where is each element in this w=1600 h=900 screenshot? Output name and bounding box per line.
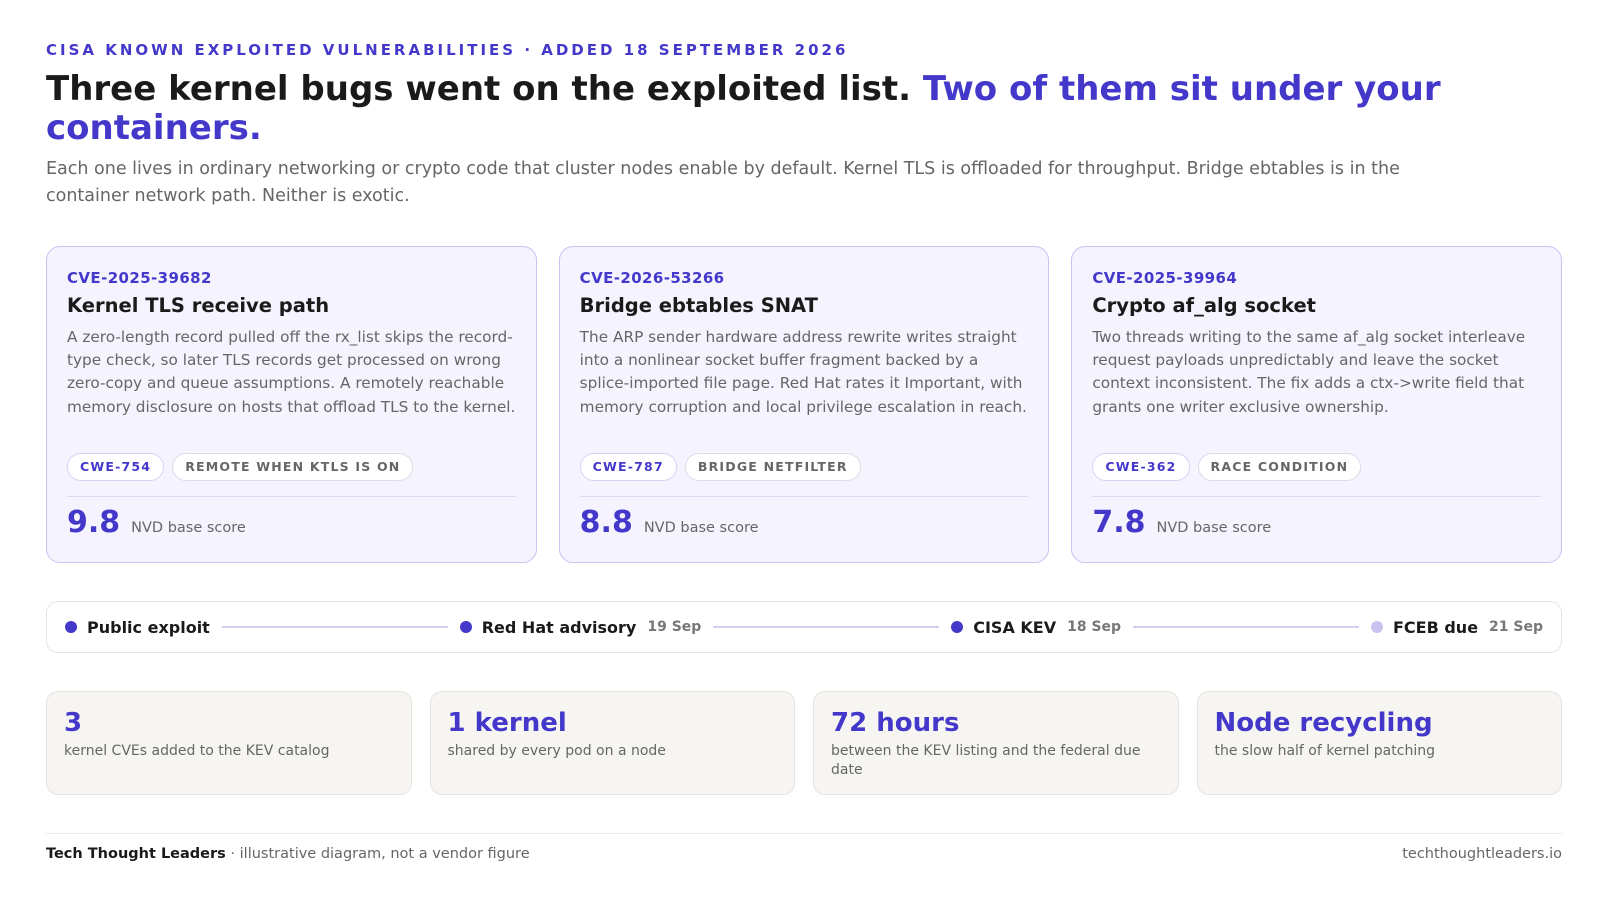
timeline-dot-icon (459, 621, 472, 633)
cwe-chip: CWE-362 (1092, 453, 1190, 481)
timeline-connector (713, 626, 940, 628)
timeline-dot-icon (951, 621, 964, 633)
footer-url: techthoughtleaders.io (1402, 846, 1562, 862)
stat-card: 72 hours between the KEV listing and the… (813, 691, 1179, 795)
timeline-label: Public exploit (87, 617, 210, 637)
score-row: 7.8 NVD base score (1092, 503, 1271, 543)
cve-card: CVE-2025-39964 Crypto af_alg socket Two … (1071, 246, 1563, 563)
stat-value: Node recycling (1214, 708, 1433, 738)
cve-title: Kernel TLS receive path (67, 294, 330, 317)
cve-card: CVE-2025-39682 Kernel TLS receive path A… (46, 246, 537, 563)
lede: Each one lives in ordinary networking or… (46, 159, 1400, 206)
stat-cards: 3 kernel CVEs added to the KEV catalog 1… (46, 691, 1562, 795)
stat-card: Node recycling the slow half of kernel p… (1196, 691, 1562, 795)
score-label: NVD base score (1156, 520, 1272, 536)
headline: Three kernel bugs went on the exploited … (46, 70, 1476, 148)
cvss-score: 7.8 (1092, 505, 1146, 540)
eyebrow: CISA KNOWN EXPLOITED VULNERABILITIES · A… (46, 41, 849, 59)
timeline-dot-icon (65, 621, 77, 633)
divider (67, 496, 516, 497)
stat-label: the slow half of kernel patching (1214, 743, 1435, 759)
stat-value: 72 hours (831, 708, 960, 738)
footer-credit: Tech Thought Leaders · illustrative diag… (46, 846, 530, 862)
timeline-connector (221, 626, 448, 628)
timeline: Public exploit Red Hat advisory 19 Sep C… (46, 601, 1562, 653)
cve-description: Two threads writing to the same af_alg s… (1092, 328, 1526, 416)
score-row: 9.8 NVD base score (67, 503, 246, 543)
tag-chips: CWE-787 BRIDGE NETFILTER (579, 453, 861, 481)
timeline-date: 21 Sep (1489, 619, 1544, 635)
cve-card: CVE-2026-53266 Bridge ebtables SNAT The … (558, 246, 1050, 563)
timeline-step: Public exploit (65, 618, 210, 637)
stat-card: 1 kernel shared by every pod on a node (429, 691, 795, 795)
cvss-score: 9.8 (67, 505, 121, 540)
tag-chip: RACE CONDITION (1197, 453, 1362, 481)
cvss-score: 8.8 (579, 505, 633, 540)
tag-chip: BRIDGE NETFILTER (684, 453, 861, 481)
tag-chip: REMOTE WHEN KTLS IS ON (172, 453, 414, 481)
score-label: NVD base score (131, 520, 246, 536)
cve-title: Bridge ebtables SNAT (579, 294, 818, 317)
score-row: 8.8 NVD base score (580, 503, 759, 543)
tag-chips: CWE-754 REMOTE WHEN KTLS IS ON (67, 453, 414, 481)
stat-value: 1 kernel (447, 708, 567, 738)
divider (1092, 496, 1542, 497)
stat-value: 3 (64, 708, 83, 738)
page: CISA KNOWN EXPLOITED VULNERABILITIES · A… (46, 0, 1563, 900)
footer-brand: Tech Thought Leaders (46, 846, 226, 862)
stat-label: between the KEV listing and the federal … (831, 743, 1141, 778)
cve-description: A zero-length record pulled off the rx_l… (67, 328, 516, 416)
tag-chips: CWE-362 RACE CONDITION (1092, 453, 1362, 481)
timeline-dot-icon (1370, 621, 1383, 633)
footer: Tech Thought Leaders · illustrative diag… (46, 846, 1562, 862)
timeline-label: FCEB due (1392, 617, 1479, 637)
cve-title: Crypto af_alg socket (1092, 294, 1316, 317)
footer-note: · illustrative diagram, not a vendor fig… (225, 846, 530, 862)
timeline-connector (1133, 626, 1359, 628)
timeline-label: CISA KEV (973, 617, 1057, 637)
cwe-chip: CWE-787 (579, 453, 677, 481)
timeline-date: 19 Sep (647, 619, 702, 635)
stat-card: 3 kernel CVEs added to the KEV catalog (46, 691, 412, 795)
footer-divider (46, 833, 1562, 834)
timeline-date: 18 Sep (1067, 619, 1122, 635)
divider (579, 496, 1029, 497)
timeline-label: Red Hat advisory (481, 617, 637, 637)
stat-label: kernel CVEs added to the KEV catalog (64, 743, 330, 759)
cve-id: CVE-2026-53266 (579, 269, 725, 287)
stat-label: shared by every pod on a node (447, 743, 666, 759)
cve-id: CVE-2025-39682 (67, 269, 212, 287)
timeline-step: FCEB due 21 Sep (1370, 617, 1544, 637)
timeline-step: CISA KEV 18 Sep (951, 618, 1121, 637)
cve-description: The ARP sender hardware address rewrite … (579, 328, 1027, 416)
cwe-chip: CWE-754 (67, 453, 165, 481)
score-label: NVD base score (643, 520, 759, 536)
cve-cards: CVE-2025-39682 Kernel TLS receive path A… (46, 246, 1563, 563)
cve-id: CVE-2025-39964 (1092, 269, 1238, 287)
headline-main: Three kernel bugs went on the exploited … (46, 69, 912, 109)
timeline-step: Red Hat advisory 19 Sep (459, 617, 702, 637)
